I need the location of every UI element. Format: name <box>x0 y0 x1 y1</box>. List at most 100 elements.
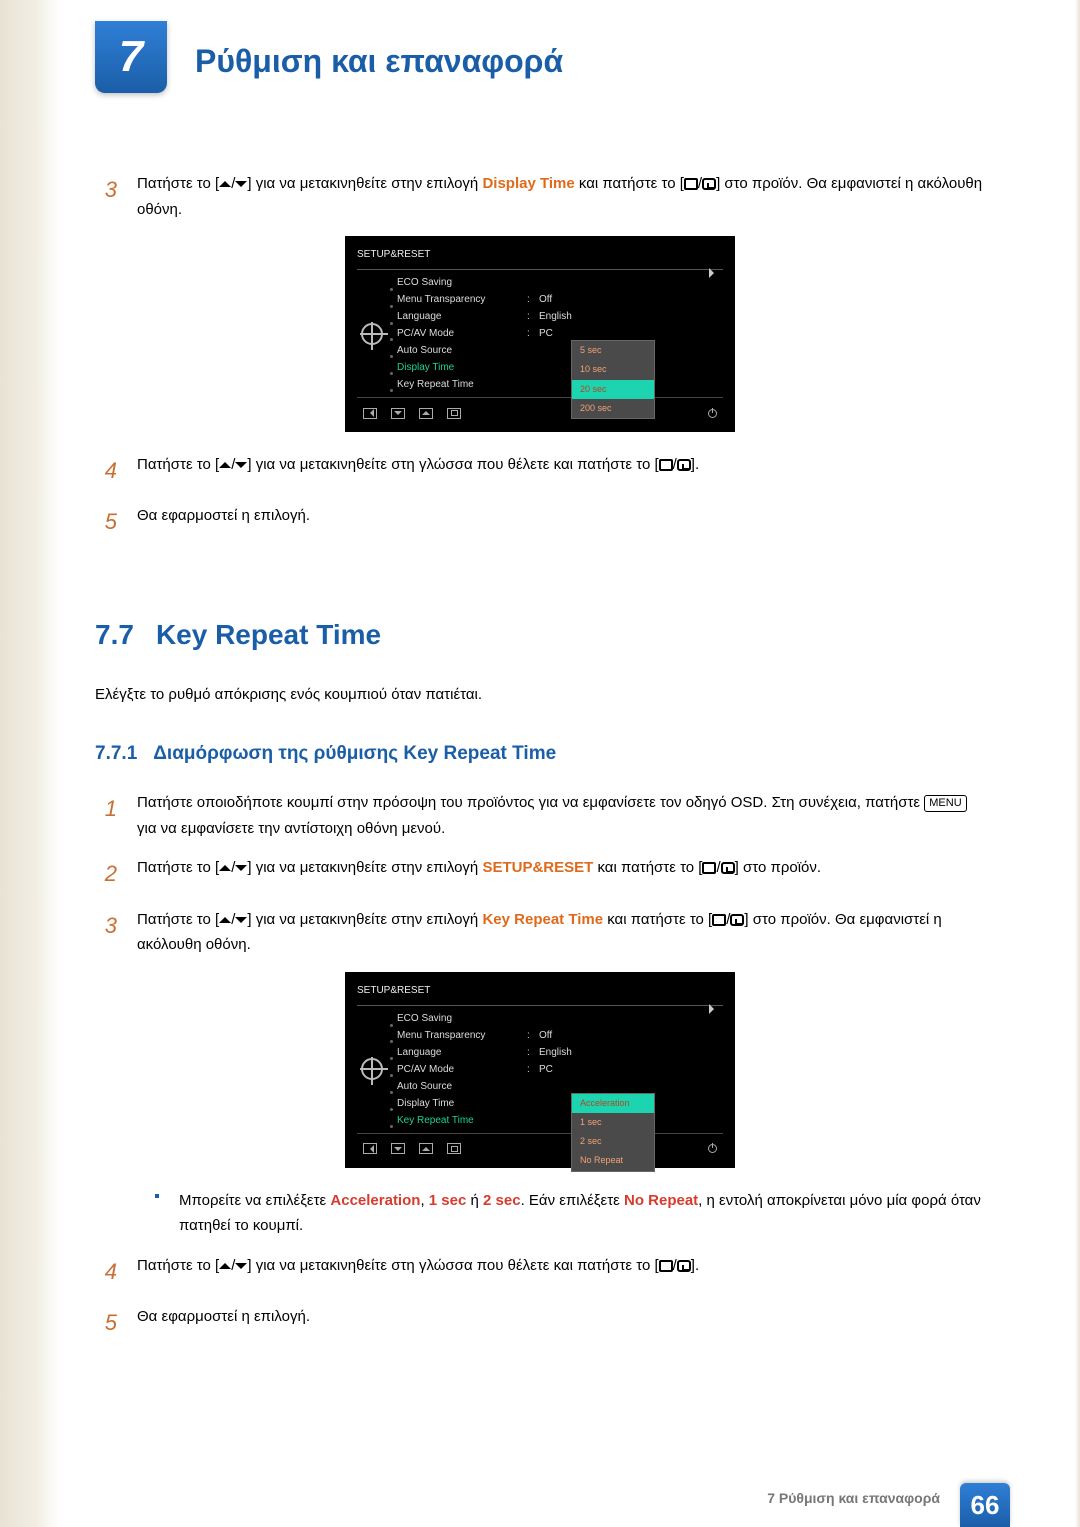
osd-row-value: Off <box>539 291 723 308</box>
osd-menu-row: Display Time <box>397 359 723 376</box>
text: ] για να μετακινηθείτε στην επιλογή <box>247 859 482 876</box>
osd-divider <box>357 1005 723 1006</box>
osd-screenshot-key-repeat: SETUP&RESET ECO SavingMenu Transparency:… <box>345 972 735 1168</box>
highlight-acceleration: Acceleration <box>330 1192 420 1209</box>
up-arrow-icon <box>219 911 231 923</box>
osd-menu-row: PC/AV Mode:PC <box>397 1061 723 1078</box>
text: ή <box>466 1192 483 1209</box>
page-content: 3 Πατήστε το [/] για να μετακινηθείτε στ… <box>95 171 985 1341</box>
rect-icon <box>712 914 726 926</box>
step-number: 5 <box>95 503 117 540</box>
nav-power-icon <box>708 1144 717 1153</box>
step-1: 1 Πατήστε οποιοδήποτε κουμπί στην πρόσοψ… <box>95 790 985 841</box>
osd-row-colon: : <box>527 291 539 308</box>
chapter-number-badge: 7 <box>95 21 167 93</box>
rect-icon <box>702 862 716 874</box>
osd-menu-row: Menu Transparency:Off <box>397 1027 723 1044</box>
highlight-display-time: Display Time <box>482 175 574 192</box>
osd-left-icon-area <box>357 274 387 393</box>
bullet-icon <box>137 1188 159 1239</box>
step-3: 3 Πατήστε το [/] για να μετακινηθείτε στ… <box>95 907 985 958</box>
osd-menu-dots <box>390 288 393 392</box>
enter-icon <box>677 1260 691 1272</box>
osd-menu-row: ECO Saving <box>397 1010 723 1027</box>
osd-popup-option: 20 sec <box>572 380 654 399</box>
text: , <box>420 1192 428 1209</box>
osd-option-popup: 5 sec10 sec20 sec200 sec <box>571 340 655 419</box>
gear-icon <box>361 1058 383 1080</box>
down-arrow-icon <box>235 917 247 929</box>
down-arrow-icon <box>235 865 247 877</box>
osd-menu-row: Key Repeat Time <box>397 376 723 393</box>
osd-menu-list: ECO SavingMenu Transparency:OffLanguage:… <box>397 274 723 393</box>
chapter-header: 7 Ρύθμιση και επαναφορά <box>0 0 1080 111</box>
osd-menu-row: Auto Source <box>397 342 723 359</box>
right-gradient <box>1075 0 1080 1527</box>
osd-divider <box>357 1133 723 1134</box>
osd-left-icon-area <box>357 1010 387 1129</box>
osd-row-colon: : <box>527 308 539 325</box>
step-number: 4 <box>95 452 117 489</box>
highlight-setup-reset: SETUP&RESET <box>482 859 593 876</box>
text: ]. <box>691 456 699 473</box>
highlight-1sec: 1 sec <box>429 1192 467 1209</box>
osd-menu-dots <box>390 1024 393 1128</box>
osd-popup-option: 200 sec <box>572 399 654 418</box>
osd-row-label: Menu Transparency <box>397 1027 527 1044</box>
osd-divider <box>357 269 723 270</box>
nav-power-icon <box>708 409 717 418</box>
osd-popup-option: No Repeat <box>572 1151 654 1170</box>
osd-menu-row: Display Time <box>397 1095 723 1112</box>
text: ]. <box>691 1257 699 1274</box>
step-4: 4 Πατήστε το [/] για να μετακινηθείτε στ… <box>95 452 985 489</box>
enter-icon <box>677 459 691 471</box>
highlight-2sec: 2 sec <box>483 1192 521 1209</box>
step-2: 2 Πατήστε το [/] για να μετακινηθείτε στ… <box>95 855 985 892</box>
osd-row-label: ECO Saving <box>397 1010 527 1027</box>
text: και πατήστε το [ <box>593 859 702 876</box>
osd-row-label: Display Time <box>397 359 527 376</box>
osd-row-label: Auto Source <box>397 342 527 359</box>
up-arrow-icon <box>219 1257 231 1269</box>
osd-menu-list: ECO SavingMenu Transparency:OffLanguage:… <box>397 1010 723 1129</box>
chapter-title: Ρύθμιση και επαναφορά <box>195 25 563 80</box>
osd-row-colon: : <box>527 1027 539 1044</box>
enter-icon <box>721 862 735 874</box>
highlight-norepeat: No Repeat <box>624 1192 698 1209</box>
text: Πατήστε το [ <box>137 456 219 473</box>
text: Μπορείτε να επιλέξετε <box>179 1192 330 1209</box>
text: για να εμφανίσετε την αντίστοιχη οθόνη μ… <box>137 820 445 837</box>
enter-icon <box>730 914 744 926</box>
step-number: 2 <box>95 855 117 892</box>
text: Πατήστε το [ <box>137 859 219 876</box>
osd-popup-option: 5 sec <box>572 341 654 360</box>
osd-screenshot-display-time: SETUP&RESET ECO SavingMenu Transparency:… <box>345 236 735 432</box>
page-footer: 7 Ρύθμιση και επαναφορά 66 <box>0 1469 1080 1527</box>
footer-chapter-label: 7 Ρύθμιση και επαναφορά <box>767 1490 940 1506</box>
rect-icon <box>684 178 698 190</box>
up-arrow-icon <box>219 456 231 468</box>
step-5: 5 Θα εφαρμοστεί η επιλογή. <box>95 503 985 540</box>
osd-option-popup: Acceleration1 sec2 secNo Repeat <box>571 1093 655 1172</box>
text: ] για να μετακινηθείτε στην επιλογή <box>247 911 482 928</box>
osd-row-colon: : <box>527 325 539 342</box>
osd-menu-row: Language:English <box>397 308 723 325</box>
rect-icon <box>659 459 673 471</box>
osd-nav-bar <box>357 1142 723 1156</box>
osd-menu-row: Menu Transparency:Off <box>397 291 723 308</box>
step-text: Πατήστε το [/] για να μετακινηθείτε στη … <box>137 1253 985 1290</box>
menu-key-icon: MENU <box>924 795 966 812</box>
nav-left-icon <box>363 408 377 419</box>
osd-row-label: Menu Transparency <box>397 291 527 308</box>
step-5: 5 Θα εφαρμοστεί η επιλογή. <box>95 1304 985 1341</box>
rect-icon <box>659 1260 673 1272</box>
down-arrow-icon <box>235 462 247 474</box>
step-text: Πατήστε οποιοδήποτε κουμπί στην πρόσοψη … <box>137 790 985 841</box>
osd-row-label: Language <box>397 1044 527 1061</box>
osd-arrow-right-icon <box>709 268 719 278</box>
osd-row-value: English <box>539 308 723 325</box>
section-number: 7.7 <box>95 611 134 659</box>
osd-row-value: English <box>539 1044 723 1061</box>
page-number-badge: 66 <box>960 1483 1010 1527</box>
osd-nav-bar <box>357 406 723 420</box>
